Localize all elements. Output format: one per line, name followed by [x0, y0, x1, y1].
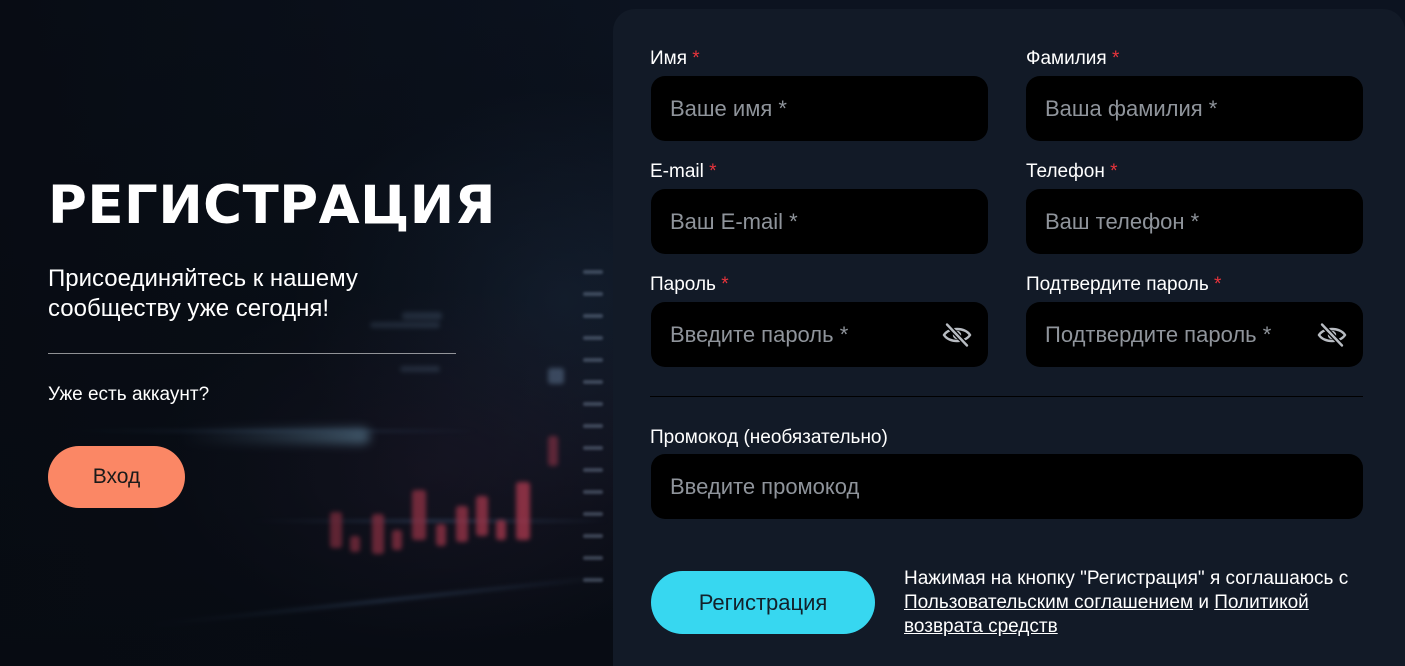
promo-input[interactable] — [670, 473, 1347, 500]
eye-slash-icon[interactable] — [1317, 320, 1347, 350]
register-button[interactable]: Регистрация — [651, 571, 875, 634]
registration-form: Имя * Фамилия * E-mail * Телефон * Парол… — [613, 9, 1405, 666]
required-mark: * — [709, 161, 717, 182]
have-account-text: Уже есть аккаунт? — [48, 384, 210, 405]
required-mark: * — [692, 48, 700, 69]
required-mark: * — [1110, 161, 1118, 182]
last-name-field[interactable] — [1026, 76, 1363, 141]
page-title: РЕГИСТРАЦИЯ — [48, 175, 496, 236]
agreement-text: Нажимая на кнопку "Регистрация" я соглаш… — [904, 568, 1349, 637]
email-label: E-mail * — [650, 161, 717, 182]
password-label: Пароль * — [650, 274, 729, 295]
eye-slash-icon[interactable] — [942, 320, 972, 350]
email-input[interactable] — [670, 208, 972, 235]
confirm-password-input[interactable] — [1045, 321, 1317, 348]
first-name-label: Имя * — [650, 48, 700, 69]
email-field[interactable] — [651, 189, 988, 254]
last-name-label: Фамилия * — [1026, 48, 1120, 69]
phone-field[interactable] — [1026, 189, 1363, 254]
phone-label: Телефон * — [1026, 161, 1118, 182]
promo-label: Промокод (необязательно) — [650, 427, 888, 448]
intro-divider — [48, 353, 456, 354]
required-mark: * — [1214, 274, 1222, 295]
page-subtitle: Присоединяйтесь к нашему сообществу уже … — [48, 265, 358, 322]
login-button[interactable]: Вход — [48, 446, 185, 508]
required-mark: * — [1111, 48, 1120, 69]
form-divider — [650, 396, 1363, 397]
first-name-input[interactable] — [670, 95, 972, 122]
confirm-password-label: Подтвердите пароль * — [1026, 274, 1222, 295]
password-field[interactable] — [651, 302, 988, 367]
phone-input[interactable] — [1045, 208, 1347, 235]
terms-link[interactable]: Пользовательским соглашением — [904, 592, 1193, 613]
promo-field[interactable] — [651, 454, 1363, 519]
last-name-input[interactable] — [1045, 95, 1347, 122]
required-mark: * — [721, 274, 729, 295]
intro-section: РЕГИСТРАЦИЯ Присоединяйтесь к нашему соо… — [48, 0, 495, 666]
password-input[interactable] — [670, 321, 942, 348]
confirm-password-field[interactable] — [1026, 302, 1363, 367]
first-name-field[interactable] — [651, 76, 988, 141]
